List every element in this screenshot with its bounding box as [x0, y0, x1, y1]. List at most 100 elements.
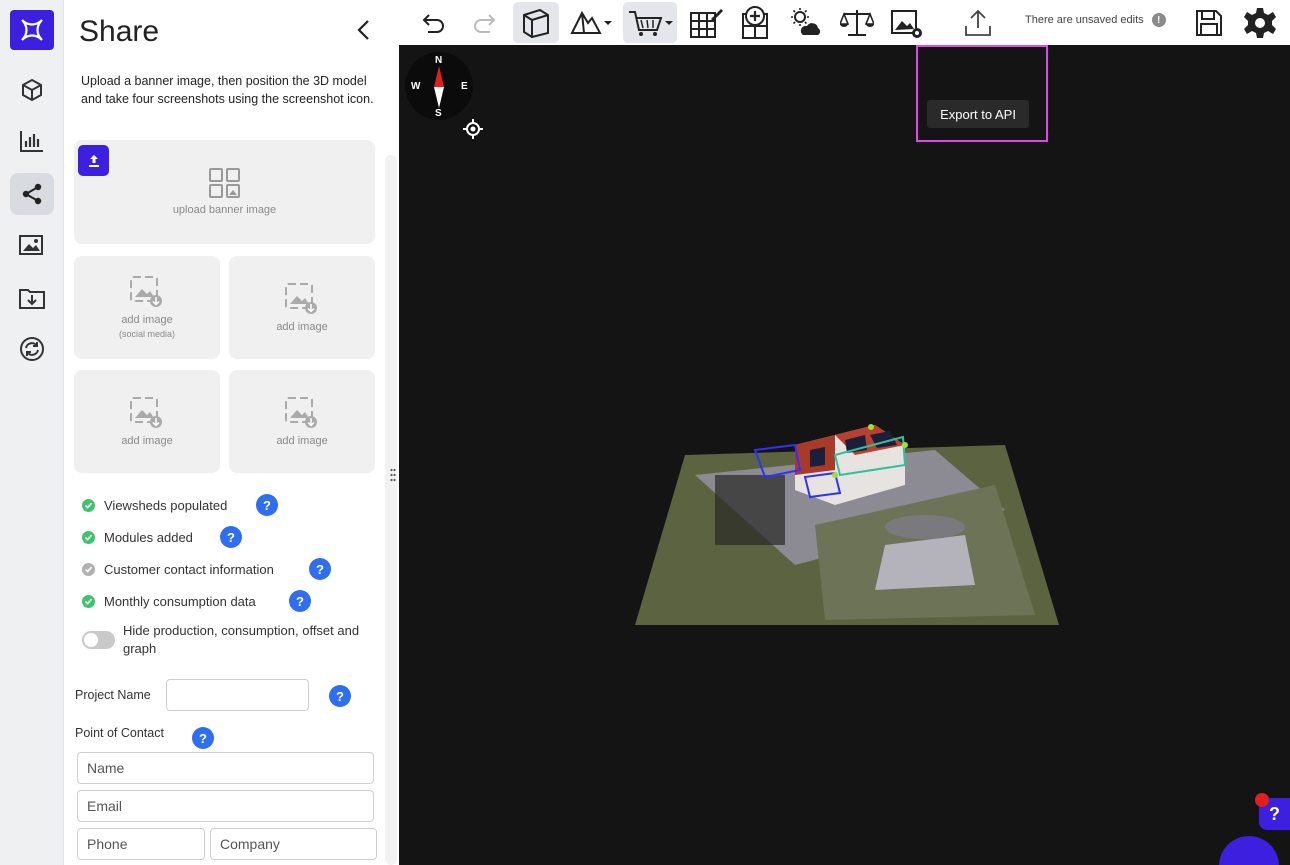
rail-gallery-button[interactable]	[10, 225, 54, 267]
grid-edit-icon	[690, 8, 723, 38]
scale-icon	[840, 9, 874, 36]
crosshair-icon	[463, 119, 483, 139]
compass-needle-icon	[434, 66, 444, 108]
project-name-label: Project Name	[75, 688, 151, 702]
image-tile-label: add image	[276, 434, 328, 447]
checklist-item-modules: Modules added	[82, 527, 193, 547]
house-3d-model[interactable]	[635, 415, 1059, 625]
drag-handle-icon	[390, 468, 396, 482]
notification-badge	[1255, 793, 1269, 807]
panel-title: Share	[79, 15, 160, 48]
help-viewsheds-button[interactable]: ?	[256, 494, 278, 516]
help-contact-button[interactable]: ?	[309, 558, 331, 580]
logo-icon	[21, 19, 43, 41]
upload-export-icon	[965, 9, 991, 36]
rail-share-button[interactable]	[10, 173, 54, 215]
checklist-item-contact: Customer contact information	[82, 559, 274, 579]
project-name-input[interactable]	[166, 679, 309, 711]
panel-scrollbar[interactable]	[385, 155, 397, 865]
add-panel-button[interactable]	[737, 2, 775, 43]
banner-upload-tile[interactable]: upload banner image	[74, 140, 375, 244]
banner-grid-icon	[208, 168, 240, 198]
3d-box-icon	[523, 8, 549, 38]
share-panel: Share Upload a banner image, then positi…	[64, 0, 399, 865]
folder-download-icon	[19, 289, 45, 309]
checklist-label: Customer contact information	[104, 561, 274, 577]
rail-download-button[interactable]	[10, 277, 54, 319]
3d-viewport[interactable]: N S E W Export to API	[399, 45, 1290, 865]
checklist-item-consumption: Monthly consumption data	[82, 591, 256, 611]
help-project-name-button[interactable]: ?	[329, 685, 351, 707]
unsaved-edits-text: There are unsaved edits	[1025, 14, 1144, 26]
settings-button[interactable]	[1241, 2, 1279, 43]
image-tile-3[interactable]: add image	[74, 370, 220, 473]
save-button[interactable]	[1191, 2, 1227, 43]
3d-view-button[interactable]	[513, 2, 559, 43]
image-tile-1[interactable]: add image (social media)	[74, 256, 220, 359]
locate-button[interactable]	[463, 119, 483, 139]
check-pending-icon	[82, 562, 95, 576]
check-done-icon	[82, 498, 95, 512]
image-tile-label: add image	[121, 314, 173, 326]
edit-grid-button[interactable]	[687, 2, 725, 43]
add-image-icon	[285, 282, 317, 314]
gear-icon	[1244, 7, 1276, 38]
terrain-dropdown-icon	[570, 10, 612, 34]
sun-cloud-icon	[791, 7, 821, 35]
checklist-label: Viewsheds populated	[104, 497, 228, 513]
image-tile-2[interactable]: add image	[229, 256, 375, 359]
compass-north: N	[435, 55, 443, 66]
check-done-icon	[82, 530, 95, 544]
add-image-icon	[130, 396, 162, 428]
compass[interactable]: N S E W	[405, 52, 473, 120]
share-icon	[22, 183, 42, 205]
upload-banner-button[interactable]	[78, 145, 109, 176]
contact-name-input[interactable]	[77, 752, 374, 784]
upload-icon	[88, 154, 99, 167]
compass-east: E	[461, 81, 468, 92]
hide-production-toggle[interactable]	[82, 631, 115, 649]
app-logo[interactable]	[10, 10, 54, 50]
left-rail	[0, 0, 64, 865]
cube-icon	[22, 78, 42, 102]
checklist-label: Monthly consumption data	[104, 593, 256, 609]
chevron-left-icon	[357, 20, 369, 40]
image-tile-sublabel: (social media)	[118, 329, 176, 339]
panel-resize-handle[interactable]	[390, 468, 396, 484]
contact-email-input[interactable]	[77, 790, 374, 822]
hide-production-label: Hide production, consumption, offset and…	[123, 623, 360, 656]
help-modules-button[interactable]: ?	[220, 526, 242, 548]
collapse-panel-button[interactable]	[352, 18, 376, 42]
balance-tool-button[interactable]	[837, 2, 877, 43]
image-gear-icon	[891, 9, 922, 38]
image-tile-4[interactable]: add image	[229, 370, 375, 473]
image-settings-button[interactable]	[887, 2, 927, 43]
contact-phone-input[interactable]	[77, 828, 205, 860]
contact-company-input[interactable]	[210, 828, 377, 860]
roof-tool-button[interactable]	[623, 2, 677, 43]
rail-sync-button[interactable]	[10, 328, 54, 370]
export-tooltip: Export to API	[927, 100, 1029, 128]
weather-shading-button[interactable]	[787, 2, 825, 43]
export-to-api-button[interactable]	[959, 2, 997, 43]
redo-button[interactable]	[467, 2, 501, 43]
image-tile-label: add image	[121, 434, 173, 447]
unsaved-edits-status: There are unsaved edits !	[1025, 13, 1166, 27]
toggle-knob	[84, 633, 98, 647]
add-image-icon	[285, 396, 317, 428]
help-consumption-button[interactable]: ?	[289, 590, 311, 612]
undo-button[interactable]	[417, 2, 451, 43]
terrain-tool-button[interactable]	[567, 2, 615, 43]
check-done-icon	[82, 594, 95, 608]
warning-icon: !	[1151, 13, 1166, 27]
add-panel-icon	[742, 5, 768, 39]
help-contact-info-button[interactable]: ?	[192, 727, 214, 749]
checklist-item-viewsheds: Viewsheds populated	[82, 495, 227, 515]
checklist-label: Modules added	[104, 529, 193, 545]
undo-icon	[422, 13, 444, 33]
redo-icon	[474, 13, 496, 33]
bar-chart-icon	[20, 131, 43, 152]
rail-analytics-button[interactable]	[10, 120, 54, 162]
rail-3d-model-button[interactable]	[10, 69, 54, 111]
sync-icon	[20, 337, 44, 361]
